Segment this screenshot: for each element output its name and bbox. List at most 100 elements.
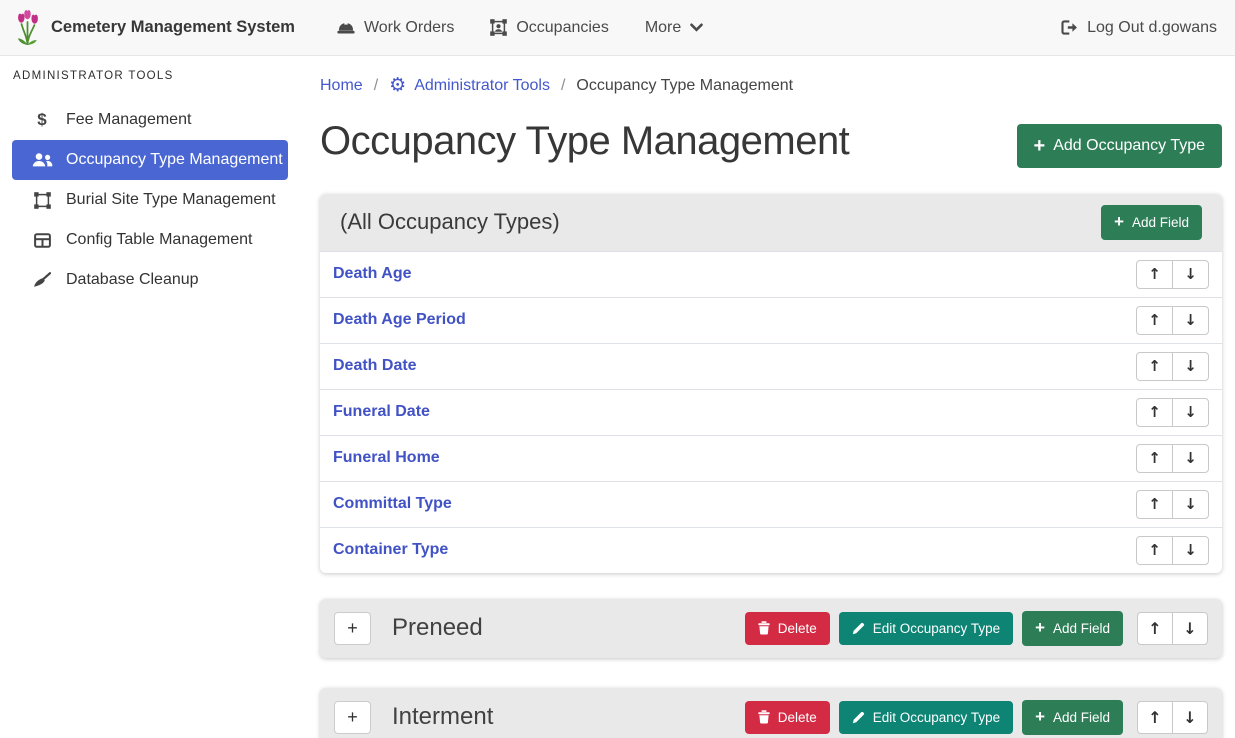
sidebar-heading: ADMINISTRATOR TOOLS	[0, 66, 300, 84]
expand-button[interactable]: +	[334, 612, 371, 645]
nav-occupancies[interactable]: Occupancies	[490, 19, 609, 37]
move-down-button[interactable]: ↓	[1172, 490, 1209, 519]
field-row: Container Type ↑ ↓	[320, 527, 1222, 573]
field-link-funeral-home[interactable]: Funeral Home	[333, 449, 440, 467]
edit-occupancy-type-label: Edit Occupancy Type	[873, 710, 1000, 725]
pencil-icon	[852, 711, 865, 724]
reorder-buttons: ↑ ↓	[1136, 444, 1209, 473]
field-row: Death Date ↑ ↓	[320, 343, 1222, 389]
breadcrumb-separator: /	[550, 77, 576, 95]
reorder-buttons: ↑ ↓	[1136, 490, 1209, 519]
nav-occupancies-label: Occupancies	[516, 19, 609, 37]
field-link-container-type[interactable]: Container Type	[333, 541, 448, 559]
field-link-death-date[interactable]: Death Date	[333, 357, 417, 375]
all-occupancy-types-title: (All Occupancy Types)	[340, 206, 560, 238]
sidebar-item-fee-management[interactable]: $ Fee Management	[12, 100, 288, 140]
move-down-button[interactable]: ↓	[1172, 260, 1209, 289]
move-up-button[interactable]: ↑	[1136, 260, 1173, 289]
broom-icon	[31, 272, 53, 288]
add-occupancy-type-label: Add Occupancy Type	[1053, 137, 1205, 155]
edit-occupancy-type-button[interactable]: Edit Occupancy Type	[839, 701, 1013, 734]
sidebar-item-label: Config Table Management	[66, 231, 253, 249]
field-link-death-age[interactable]: Death Age	[333, 265, 412, 283]
nav-more-dropdown[interactable]: More	[645, 19, 703, 37]
chevron-down-icon	[690, 23, 703, 32]
move-up-button[interactable]: ↑	[1137, 612, 1173, 645]
vector-square-icon	[31, 192, 53, 209]
reorder-buttons: ↑ ↓	[1136, 260, 1209, 289]
section-actions: Delete Edit Occupancy Type + Add Field ↑	[745, 611, 1208, 646]
sidebar-item-config-table-management[interactable]: Config Table Management	[12, 220, 288, 260]
delete-button[interactable]: Delete	[745, 612, 830, 645]
move-up-button[interactable]: ↑	[1136, 536, 1173, 565]
sidebar-item-burial-site-type-management[interactable]: Burial Site Type Management	[12, 180, 288, 220]
reorder-buttons: ↑ ↓	[1136, 306, 1209, 335]
move-up-button[interactable]: ↑	[1137, 701, 1173, 734]
plus-icon: +	[1034, 136, 1046, 156]
move-up-button[interactable]: ↑	[1136, 444, 1173, 473]
reorder-buttons: ↑ ↓	[1137, 612, 1208, 645]
section-card-preneed: + Preneed Delete	[320, 599, 1222, 658]
add-occupancy-type-button[interactable]: + Add Occupancy Type	[1017, 124, 1222, 168]
move-up-button[interactable]: ↑	[1136, 398, 1173, 427]
field-row: Committal Type ↑ ↓	[320, 481, 1222, 527]
delete-label: Delete	[778, 710, 817, 725]
nav-more-label: More	[645, 19, 681, 37]
breadcrumb-admin-tools-link[interactable]: ⚙ Administrator Tools	[389, 76, 550, 95]
page-title: Occupancy Type Management	[320, 115, 849, 167]
reorder-buttons: ↑ ↓	[1136, 352, 1209, 381]
add-field-button[interactable]: + Add Field	[1101, 205, 1202, 240]
reorder-buttons: ↑ ↓	[1136, 536, 1209, 565]
sidebar-item-occupancy-type-management[interactable]: Occupancy Type Management	[12, 140, 288, 180]
section-title: Preneed	[392, 614, 745, 642]
expand-button[interactable]: +	[334, 701, 371, 734]
add-field-label: Add Field	[1053, 710, 1110, 725]
add-field-button[interactable]: + Add Field	[1022, 611, 1123, 646]
all-occupancy-types-card: (All Occupancy Types) + Add Field Death …	[320, 194, 1222, 573]
table-icon	[31, 233, 53, 248]
move-down-button[interactable]: ↓	[1172, 398, 1209, 427]
field-link-funeral-date[interactable]: Funeral Date	[333, 403, 430, 421]
move-down-button[interactable]: ↓	[1172, 701, 1208, 734]
field-link-committal-type[interactable]: Committal Type	[333, 495, 452, 513]
section-card-interment: + Interment Delete	[320, 688, 1222, 738]
move-up-button[interactable]: ↑	[1136, 352, 1173, 381]
move-down-button[interactable]: ↓	[1172, 536, 1209, 565]
nav-work-orders[interactable]: Work Orders	[337, 19, 454, 37]
add-field-button[interactable]: + Add Field	[1022, 700, 1123, 735]
main-content: Home / ⚙ Administrator Tools / Occupancy…	[300, 56, 1235, 738]
field-link-death-age-period[interactable]: Death Age Period	[333, 311, 466, 329]
move-down-button[interactable]: ↓	[1172, 352, 1209, 381]
sidebar: ADMINISTRATOR TOOLS $ Fee Management Occ…	[0, 56, 300, 738]
hard-hat-icon	[337, 20, 355, 35]
move-down-button[interactable]: ↓	[1172, 444, 1209, 473]
logout-button[interactable]: Log Out d.gowans	[1061, 19, 1217, 37]
move-up-button[interactable]: ↑	[1136, 306, 1173, 335]
sign-out-icon	[1061, 20, 1078, 35]
sidebar-item-label: Occupancy Type Management	[66, 151, 283, 169]
move-down-button[interactable]: ↓	[1172, 306, 1209, 335]
trash-icon	[758, 710, 770, 724]
occupancies-icon	[490, 19, 507, 36]
pencil-icon	[852, 622, 865, 635]
app-title: Cemetery Management System	[51, 18, 295, 37]
all-occupancy-types-header: (All Occupancy Types) + Add Field	[320, 194, 1222, 251]
field-row: Funeral Home ↑ ↓	[320, 435, 1222, 481]
add-field-label: Add Field	[1132, 215, 1189, 230]
field-row: Funeral Date ↑ ↓	[320, 389, 1222, 435]
reorder-buttons: ↑ ↓	[1137, 701, 1208, 734]
dollar-icon: $	[31, 110, 53, 130]
move-down-button[interactable]: ↓	[1172, 612, 1208, 645]
users-icon	[31, 153, 53, 167]
move-up-button[interactable]: ↑	[1136, 490, 1173, 519]
sidebar-item-database-cleanup[interactable]: Database Cleanup	[12, 260, 288, 300]
breadcrumb-home-link[interactable]: Home	[320, 77, 363, 95]
edit-occupancy-type-button[interactable]: Edit Occupancy Type	[839, 612, 1013, 645]
field-row: Death Age Period ↑ ↓	[320, 297, 1222, 343]
delete-label: Delete	[778, 621, 817, 636]
plus-icon: +	[1035, 709, 1045, 726]
delete-button[interactable]: Delete	[745, 701, 830, 734]
app-brand[interactable]: Cemetery Management System	[14, 9, 295, 46]
plus-icon: +	[1114, 214, 1124, 231]
trash-icon	[758, 621, 770, 635]
